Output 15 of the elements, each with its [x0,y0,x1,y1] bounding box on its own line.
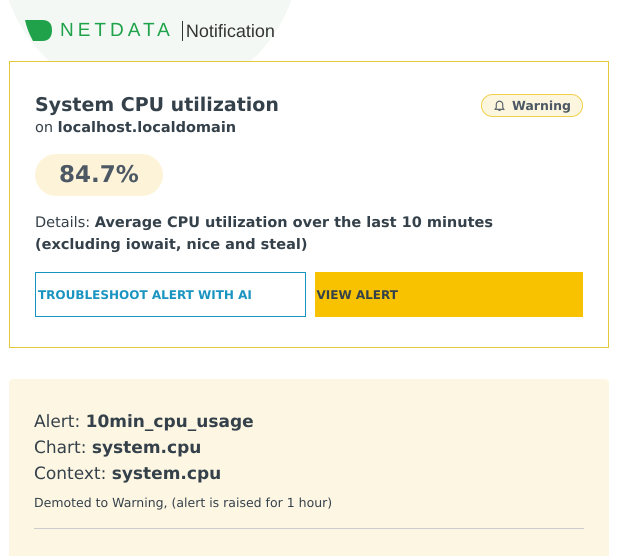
logo-icon [25,20,52,41]
brand-name: NETDATA [60,20,174,42]
info-line: Chart: system.cpu [34,438,202,458]
header-subtitle: Notification [182,20,275,40]
alert-title: System CPU utilization [35,94,279,116]
info-line: Alert: 10min_cpu_usage [34,412,254,432]
view-button[interactable]: VIEW ALERT [314,272,583,317]
alert-details: Details: Average CPU utilization over the last 10 minutes (excluding iowait, nice and steal) [35,215,493,253]
host-name: on localhost.localdomain [35,120,236,136]
status-note: Demoted to Warning, (alert is raised for 1 hour) [34,495,334,510]
metric-value: 84.7% [35,154,163,196]
severity-badge: Warning [481,94,583,117]
troubleshoot-button[interactable]: TROUBLESHOOT ALERT WITH AI [35,272,306,317]
bell-icon [493,99,506,112]
info-line: Context: system.cpu [34,464,222,484]
